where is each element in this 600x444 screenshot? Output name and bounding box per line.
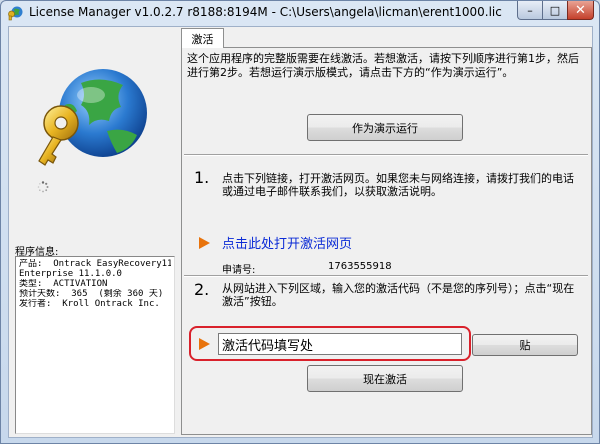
activation-code-input[interactable] xyxy=(218,333,462,355)
open-activation-page-link[interactable]: 点击此处打开激活网页 xyxy=(222,233,352,252)
loading-spinner-icon xyxy=(37,181,49,193)
divider xyxy=(184,275,588,277)
close-button[interactable]: ✕ xyxy=(567,1,594,20)
left-pane: 程序信息: 产品: Ontrack EasyRecovery11 Enterpr… xyxy=(9,27,181,437)
tab-activation[interactable]: 激活 xyxy=(181,28,224,48)
close-icon: ✕ xyxy=(575,2,586,18)
run-as-demo-button[interactable]: 作为演示运行 xyxy=(307,114,463,141)
info-line: 发行者: Kroll Ontrack Inc. xyxy=(19,299,160,309)
step1-text: 点击下列链接，打开激活网页。如果您未与网络连接，请拨打我们的电话或通过电子邮件联… xyxy=(222,172,574,198)
step2-number: 2. xyxy=(194,280,210,299)
step2-text: 从网站进入下列区域，输入您的激活代码（不是您的序列号）；点击“现在激活”按钮。 xyxy=(222,282,575,308)
paste-button[interactable]: 贴 xyxy=(472,334,578,356)
activate-now-button[interactable]: 现在激活 xyxy=(307,365,463,392)
info-line: 预计天数: 365 (剩余 360 天) xyxy=(19,289,164,299)
divider xyxy=(184,154,588,156)
activation-panel: 这个应用程序的完整版需要在线激活。若想激活，请按下列顺序进行第1步，然后进行第2… xyxy=(181,47,592,435)
info-line: 产品: Ontrack EasyRecovery11 xyxy=(19,259,171,269)
window-title: License Manager v1.0.2.7 r8188:8194M - C… xyxy=(29,5,502,19)
key-globe-icon xyxy=(8,6,23,21)
intro-text: 这个应用程序的完整版需要在线激活。若想激活，请按下列顺序进行第1步，然后进行第2… xyxy=(187,52,579,79)
key-globe-logo xyxy=(38,69,147,166)
request-number-value: 1763555918 xyxy=(328,261,392,272)
info-line: 类型: ACTIVATION xyxy=(19,279,108,289)
minimize-icon: – xyxy=(527,3,533,17)
maximize-button[interactable]: □ xyxy=(542,1,568,20)
maximize-icon: □ xyxy=(549,3,561,17)
request-number-label: 申请号: xyxy=(222,265,256,276)
client-area: 程序信息: 产品: Ontrack EasyRecovery11 Enterpr… xyxy=(8,26,593,438)
arrow-icon xyxy=(199,237,210,249)
step1-number: 1. xyxy=(194,168,210,187)
minimize-button[interactable]: – xyxy=(517,1,543,20)
arrow-icon xyxy=(199,338,210,350)
title-bar[interactable]: License Manager v1.0.2.7 r8188:8194M - C… xyxy=(1,1,599,25)
info-line: Enterprise 11.1.0.0 xyxy=(19,269,122,279)
license-manager-window: License Manager v1.0.2.7 r8188:8194M - C… xyxy=(0,0,600,444)
program-info-box[interactable]: 产品: Ontrack EasyRecovery11 Enterprise 11… xyxy=(15,256,175,434)
